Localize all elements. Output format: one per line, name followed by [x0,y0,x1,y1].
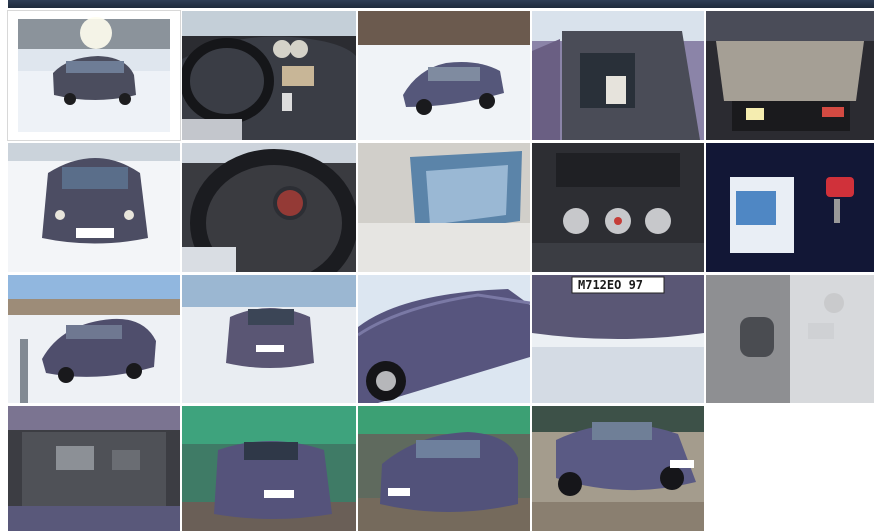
thumbnail-car-front-snow[interactable] [8,143,180,272]
thumbnail-car-rear-three-quarter[interactable] [8,275,180,403]
thumbnail-car-side-doors[interactable] [358,275,530,403]
thumbnail-manuals-and-key[interactable] [706,143,874,272]
thumbnail-trunk-open[interactable] [706,11,874,140]
thumbnail-climate-controls[interactable] [532,143,704,272]
photo-gallery: М712ЕО 97 [0,0,874,531]
thumbnail-car-side-snow[interactable] [358,11,530,140]
thumbnail-engine-bay[interactable] [8,406,180,531]
thumbnail-dashboard-interior[interactable] [182,11,356,140]
thumbnail-door-panel-interior[interactable] [706,275,874,403]
thumbnail-sunroof[interactable] [358,143,530,272]
thumbnail-car-rear-garage[interactable] [182,406,356,531]
thumbnail-car-rear[interactable] [182,275,356,403]
thumbnail-open-door-interior[interactable] [532,11,704,140]
top-photo-strip[interactable] [8,0,874,8]
thumbnail-car-front-garage-2[interactable] [532,406,704,531]
thumbnail-car-front-snow-sunlight[interactable] [7,10,181,141]
thumbnail-car-front-garage[interactable] [358,406,530,531]
license-plate-text: М712ЕО 97 [578,278,643,292]
thumbnail-steering-wheel-gauges[interactable] [182,143,356,272]
thumbnail-rear-bumper-plate[interactable]: М712ЕО 97 [532,275,704,403]
